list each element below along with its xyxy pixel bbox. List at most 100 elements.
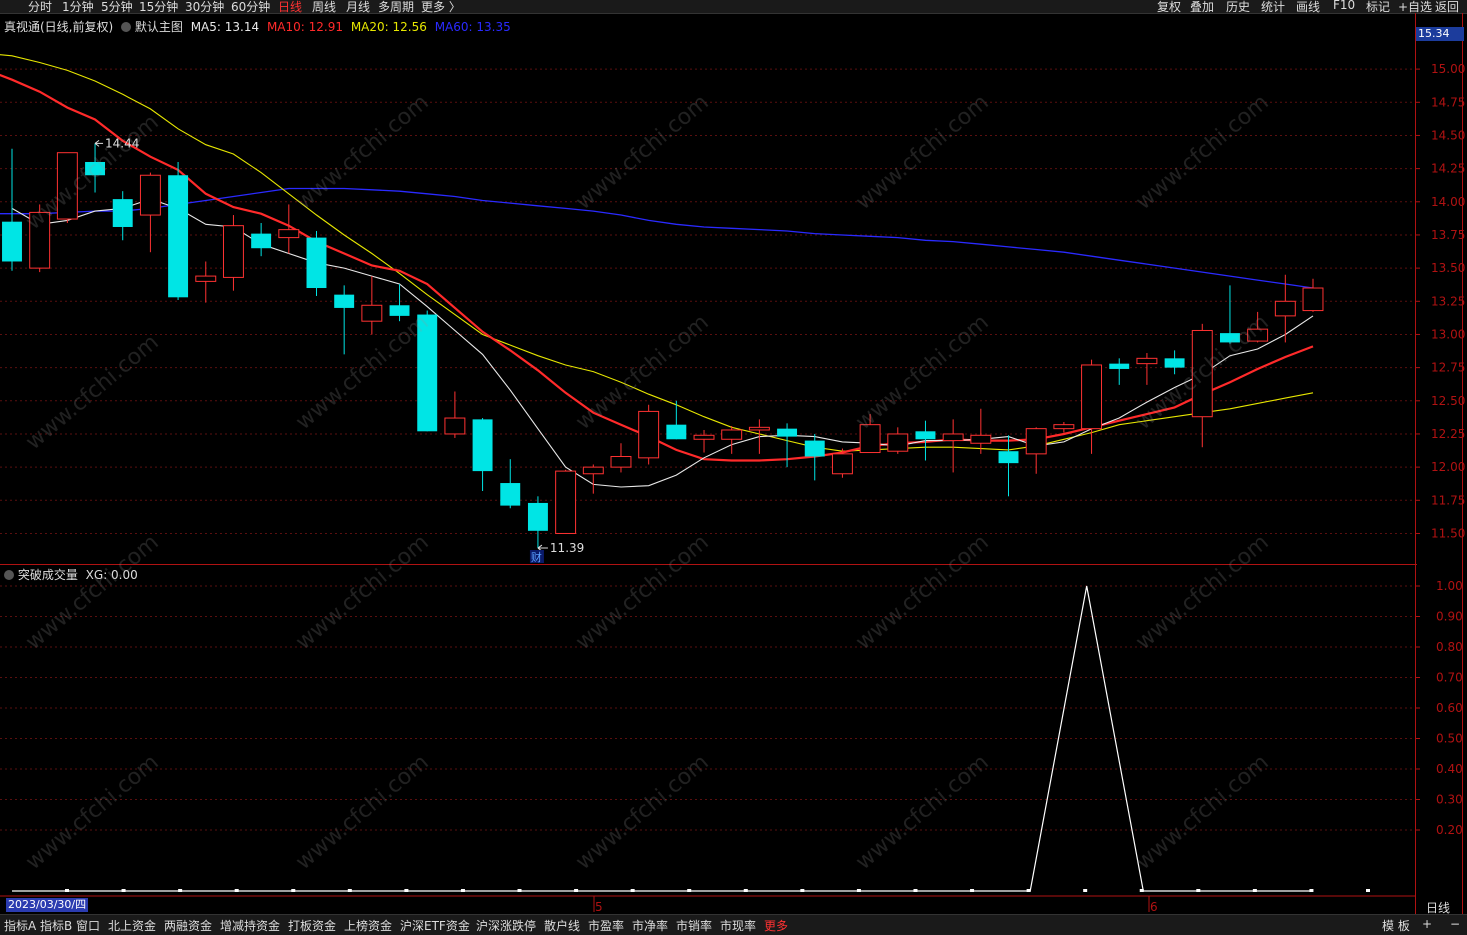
indicator-tab[interactable]: 沪深ETF资金 [400, 917, 470, 934]
xg-point [574, 889, 579, 892]
xg-point [1252, 889, 1257, 892]
xg-point [347, 889, 352, 892]
candle-body [444, 417, 466, 435]
template-dropdown-icon[interactable] [121, 22, 132, 32]
candle-body [195, 275, 217, 282]
candle-body [831, 453, 853, 475]
y-tick-label: 15.00 [1431, 62, 1465, 76]
indicator-tab[interactable]: 上榜资金 [344, 917, 392, 934]
cursor-date-tag: 2023/03/30/四 [6, 898, 89, 912]
y-tick-label: 13.00 [1431, 327, 1465, 341]
candle-body [361, 304, 383, 322]
y-tick-label: 12.25 [1431, 427, 1465, 441]
y-tick-label: 13.25 [1431, 294, 1465, 308]
y-tick-label: 14.50 [1431, 128, 1465, 142]
indicator-tab[interactable]: 市销率 [676, 917, 712, 934]
candle-body [859, 424, 881, 454]
sub-y-tick-label: 0.20 [1436, 823, 1463, 837]
indicator-tab[interactable]: 市盈率 [588, 917, 624, 934]
xg-point [234, 889, 239, 892]
pane-divider[interactable] [0, 564, 1417, 565]
indicator-tab[interactable]: 两融资金 [164, 917, 212, 934]
candle-body [168, 175, 189, 298]
y-tick-label: 14.25 [1431, 162, 1465, 176]
xg-point [630, 889, 635, 892]
sub-y-tick-label: 0.30 [1436, 793, 1463, 807]
sub-y-tick-label: 0.90 [1436, 610, 1463, 624]
candle-body [1025, 428, 1047, 455]
x-tick-label: 6 [1150, 900, 1158, 914]
y-tick-label: 13.75 [1431, 228, 1465, 242]
last-price-tag: 15.34 [1416, 27, 1464, 41]
indicator-tab[interactable]: 北上资金 [108, 917, 156, 934]
xg-point [800, 889, 805, 892]
indicator-value: XG: 0.00 [85, 568, 138, 582]
candle-body [500, 483, 521, 506]
indicator-tab[interactable]: 更多 [764, 917, 788, 934]
xg-point [856, 889, 861, 892]
xg-point [687, 889, 692, 892]
y-tick-label: 14.00 [1431, 195, 1465, 209]
stock-chart-canvas[interactable]: 11.50 11.75 12.00 12.25 12.50 12.75 13.00 13.25… [0, 0, 1467, 934]
y-axis-border [1415, 13, 1416, 914]
y-tick-label: 14.75 [1431, 95, 1465, 109]
candle-body [334, 294, 355, 308]
event-marker: 财 [531, 550, 542, 564]
candle-body [1247, 328, 1269, 342]
xg-point [743, 889, 748, 892]
indicator-tab[interactable]: 市现率 [720, 917, 756, 934]
main-chart-title: 真视通(日线,前复权) [4, 20, 114, 34]
candle-body [306, 237, 327, 289]
candle-body [1191, 329, 1213, 418]
candle-body [693, 434, 715, 440]
y-tick-label: 12.00 [1431, 460, 1465, 474]
indicator-tab[interactable]: 指标A [4, 917, 36, 934]
indicator-tab[interactable]: 增减持资金 [220, 917, 280, 934]
candle-body [638, 410, 660, 459]
candle-body [721, 429, 743, 440]
ma20-line [0, 54, 1314, 452]
xg-point [65, 889, 69, 892]
candle-body [222, 225, 244, 278]
xg-point [121, 889, 126, 892]
template-selector[interactable]: 默认主图 [135, 20, 183, 34]
candle-body [804, 440, 825, 457]
candle-body [915, 431, 936, 440]
candle-body [527, 502, 548, 531]
indicator-tab[interactable]: 打板资金 [288, 917, 336, 934]
indicator-tab[interactable]: 市净率 [632, 917, 668, 934]
candle-body [389, 305, 410, 316]
indicator-tab[interactable]: 窗口 [76, 917, 100, 934]
ma60-label: MA60: 13.35 [434, 20, 511, 34]
indicator-name[interactable]: 突破成交量 [18, 568, 78, 582]
high-price-label: 14.44 [105, 136, 139, 150]
template-control[interactable]: 模 板 [1382, 917, 1410, 934]
xg-point [517, 889, 522, 892]
template-control[interactable]: + [1422, 917, 1432, 931]
candle-body [2, 221, 22, 262]
sub-y-tick-label: 0.40 [1436, 762, 1463, 776]
sub-y-tick-label: 0.80 [1436, 640, 1463, 654]
indicator-tab[interactable]: 散户线 [544, 917, 580, 934]
xg-point [913, 889, 918, 892]
candle-body [582, 466, 604, 475]
candle-body [472, 419, 493, 472]
candle-body [610, 456, 632, 468]
candle-body [970, 434, 992, 444]
y-tick-label: 11.50 [1431, 526, 1465, 540]
indicator-tab[interactable]: 沪深涨跌停 [476, 917, 536, 934]
indicator-dropdown-icon[interactable] [4, 570, 14, 580]
y-tick-label: 12.75 [1431, 361, 1465, 375]
sub-y-tick-label: 0.60 [1436, 701, 1463, 715]
candle-body [777, 428, 798, 437]
indicator-tab[interactable]: 指标B [40, 917, 72, 934]
template-control[interactable]: − [1450, 917, 1460, 931]
candle-body [1302, 287, 1324, 312]
sub-y-tick-label: 1.00 [1436, 579, 1463, 593]
y-tick-label: 12.50 [1431, 394, 1465, 408]
xg-point [460, 889, 465, 892]
candle-body [942, 433, 964, 442]
candle-body [748, 426, 770, 431]
x-tick-label: 5 [595, 900, 603, 914]
y-tick-label: 13.50 [1431, 261, 1465, 275]
